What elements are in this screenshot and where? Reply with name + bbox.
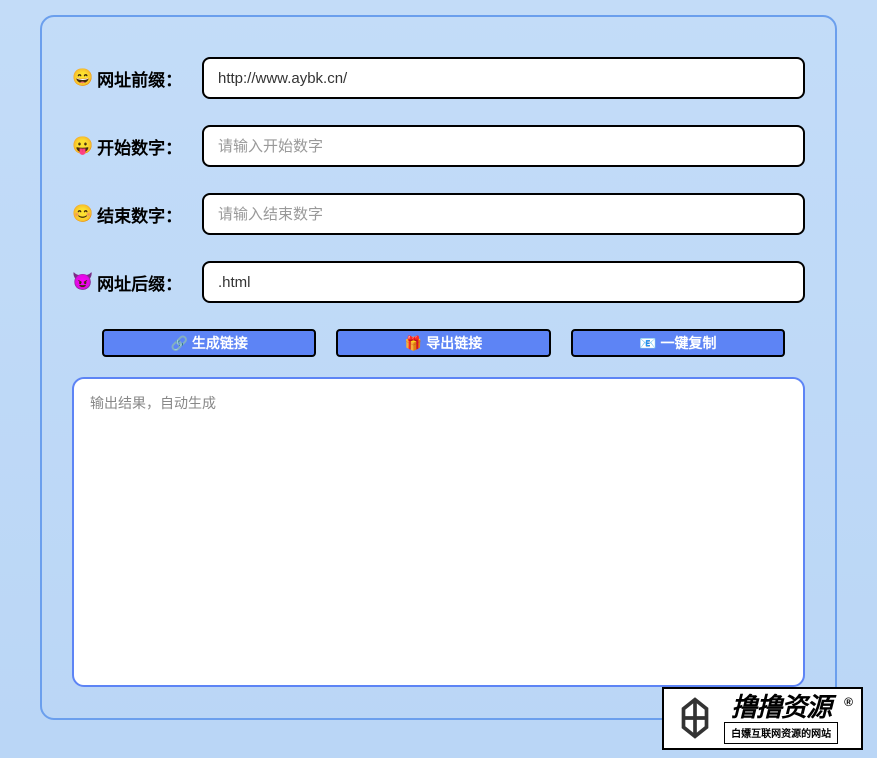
copy-button[interactable]: 📧 一键复制 <box>571 329 785 357</box>
smile-emoji-icon: 😄 <box>72 68 93 88</box>
url-prefix-label-text: 网址前缀： <box>97 66 182 91</box>
button-row: 🔗 生成链接 🎁 导出链接 📧 一键复制 <box>72 329 805 357</box>
url-suffix-label: 😈 网址后缀： <box>72 270 190 295</box>
devil-emoji-icon: 😈 <box>72 272 93 292</box>
start-number-label: 😛 开始数字： <box>72 134 190 159</box>
start-number-label-text: 开始数字： <box>97 134 182 159</box>
url-suffix-input[interactable] <box>202 261 805 303</box>
end-number-label: 😊 结束数字： <box>72 202 190 227</box>
start-number-input[interactable] <box>202 125 805 167</box>
url-prefix-input[interactable] <box>202 57 805 99</box>
export-button-label: 导出链接 <box>426 333 482 353</box>
url-prefix-row: 😄 网址前缀： <box>72 57 805 99</box>
watermark-badge: 撸撸资源 白嫖互联网资源的网站 ® <box>662 687 863 750</box>
watermark-sub-text: 白嫖互联网资源的网站 <box>731 729 831 740</box>
watermark-main-text: 撸撸资源 <box>731 693 831 722</box>
mail-icon: 📧 <box>639 335 656 352</box>
end-number-input[interactable] <box>202 193 805 235</box>
gift-icon: 🎁 <box>405 335 422 352</box>
end-number-row: 😊 结束数字： <box>72 193 805 235</box>
url-prefix-label: 😄 网址前缀： <box>72 66 190 91</box>
url-suffix-label-text: 网址后缀： <box>97 270 182 295</box>
end-number-label-text: 结束数字： <box>97 202 182 227</box>
start-number-row: 😛 开始数字： <box>72 125 805 167</box>
watermark-sub-wrap: 白嫖互联网资源的网站 <box>724 722 838 744</box>
link-icon: 🔗 <box>170 335 187 352</box>
generate-button-label: 生成链接 <box>192 333 248 353</box>
copy-button-label: 一键复制 <box>661 333 717 353</box>
output-textarea[interactable] <box>72 377 805 687</box>
generate-link-button[interactable]: 🔗 生成链接 <box>102 329 316 357</box>
url-suffix-row: 😈 网址后缀： <box>72 261 805 303</box>
registered-symbol: ® <box>844 695 853 709</box>
watermark-text: 撸撸资源 白嫖互联网资源的网站 <box>724 693 838 744</box>
export-link-button[interactable]: 🎁 导出链接 <box>336 329 550 357</box>
main-panel: 😄 网址前缀： 😛 开始数字： 😊 结束数字： 😈 网址后缀： 🔗 生成链接 <box>40 15 837 720</box>
watermark-logo-icon <box>672 695 718 741</box>
blush-emoji-icon: 😊 <box>72 204 93 224</box>
tongue-emoji-icon: 😛 <box>72 136 93 156</box>
